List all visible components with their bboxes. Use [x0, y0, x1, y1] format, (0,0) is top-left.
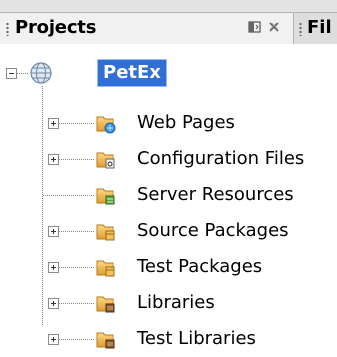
- tab-projects-label: Projects: [15, 17, 97, 38]
- tree-item-label: Server Resources: [137, 184, 294, 205]
- web-pages-folder-icon: [96, 116, 116, 134]
- tree-item-label: Test Packages: [137, 256, 263, 277]
- tree-item[interactable]: Server Resources: [0, 177, 337, 213]
- expand-toggle[interactable]: [48, 334, 59, 345]
- expand-toggle[interactable]: [48, 118, 59, 129]
- tree-item[interactable]: Libraries: [0, 285, 337, 321]
- tab-projects[interactable]: Projects: [0, 12, 294, 44]
- tree-item-label: Configuration Files: [137, 148, 305, 169]
- globe-icon: [30, 62, 52, 84]
- tree-connector: [59, 231, 95, 232]
- expand-toggle[interactable]: [48, 298, 59, 309]
- project-tree: PetEx Web Pages Configuration Files Server…: [0, 42, 337, 349]
- tree-connector: [59, 159, 95, 160]
- tree-item-label: Web Pages: [137, 112, 235, 133]
- tree-item-label: Test Libraries: [137, 328, 256, 349]
- tab-files-label: Fil: [307, 17, 332, 38]
- close-icon[interactable]: [267, 20, 281, 34]
- tree-item[interactable]: Test Packages: [0, 249, 337, 285]
- test-libraries-folder-icon: [96, 332, 115, 349]
- project-root-label[interactable]: PetEx: [98, 60, 166, 86]
- configuration-folder-icon: [96, 152, 115, 169]
- expand-toggle[interactable]: [48, 262, 59, 273]
- tab-bar: Projects Fil: [0, 0, 337, 44]
- tree-connector: [43, 195, 95, 196]
- tree-item[interactable]: Test Libraries: [0, 321, 337, 357]
- test-packages-folder-icon: [96, 260, 115, 277]
- tree-connector: [59, 303, 95, 304]
- tree-item[interactable]: Source Packages: [0, 213, 337, 249]
- expand-toggle[interactable]: [48, 226, 59, 237]
- tree-connector: [59, 339, 95, 340]
- drag-grip-icon[interactable]: [299, 22, 302, 36]
- server-resources-folder-icon: [96, 188, 115, 205]
- tree-item[interactable]: Configuration Files: [0, 141, 337, 177]
- libraries-folder-icon: [96, 296, 115, 313]
- source-packages-folder-icon: [96, 224, 115, 241]
- drag-grip-icon[interactable]: [6, 22, 9, 36]
- tree-connector: [59, 267, 95, 268]
- tree-item-label: Source Packages: [137, 220, 289, 241]
- collapse-toggle[interactable]: [6, 68, 17, 79]
- minimize-window-icon[interactable]: [247, 20, 263, 34]
- tree-item-label: Libraries: [137, 292, 215, 313]
- expand-toggle[interactable]: [48, 154, 59, 165]
- tree-connector: [59, 123, 95, 124]
- tab-files[interactable]: Fil: [294, 12, 337, 44]
- tree-connector: [17, 73, 29, 74]
- tree-item[interactable]: Web Pages: [0, 105, 337, 141]
